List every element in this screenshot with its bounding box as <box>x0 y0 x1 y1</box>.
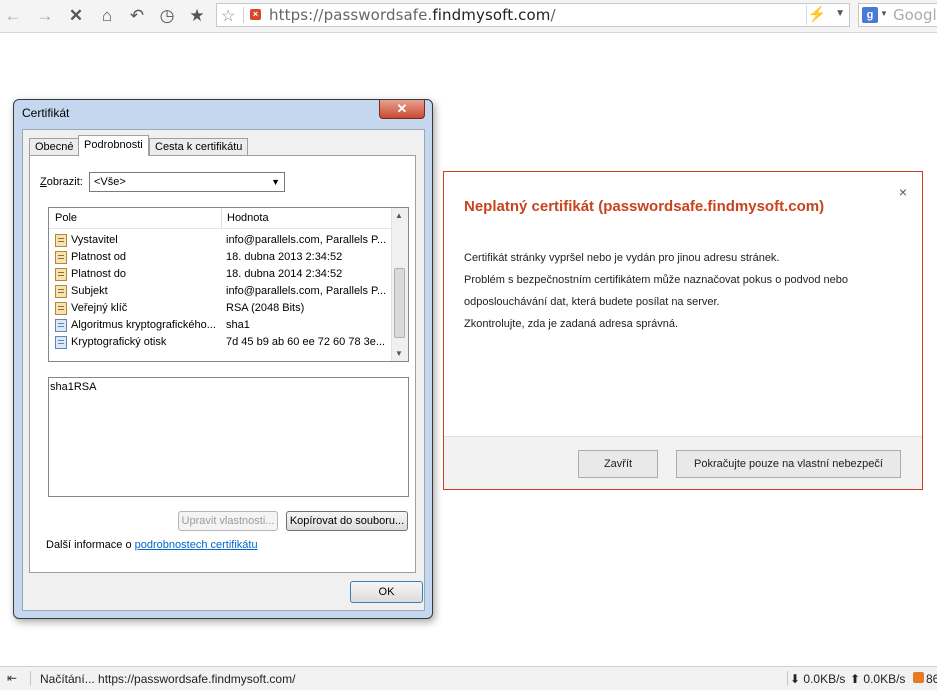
list-item[interactable]: Subjekt info@parallels.com, Parallels P.… <box>49 283 393 300</box>
message-line: Problém s bezpečnostním certifikátem můž… <box>464 274 848 286</box>
divider <box>787 671 788 686</box>
browser-toolbar: ← → ✕ ⌂ ↶ ◷ ★ ☆ × https://passwordsafe.f… <box>0 0 937 33</box>
message-line: odposlouchávání dat, která budete posíla… <box>464 296 720 308</box>
cert-field-icon <box>55 234 67 247</box>
show-select[interactable]: <Vše> ▼ <box>89 172 285 192</box>
field-value: info@parallels.com, Parallels P... <box>226 285 387 297</box>
forward-icon[interactable]: → <box>33 4 57 26</box>
upload-speed: ⬆ 0.0KB/s <box>850 672 906 686</box>
field-value: 7d 45 b9 ab 60 ee 72 60 78 3e... <box>226 336 386 348</box>
cert-ext-icon <box>55 336 67 349</box>
panel-message: Certifikát stránky vypršel nebo je vydán… <box>464 247 848 335</box>
field-detail-box[interactable]: sha1RSA <box>48 377 409 497</box>
column-header-field[interactable]: Pole <box>55 212 77 224</box>
field-value: info@parallels.com, Parallels P... <box>226 234 387 246</box>
invalid-certificate-panel: Neplatný certifikát (passwordsafe.findmy… <box>443 171 923 490</box>
message-line: Certifikát stránky vypršel nebo je vydán… <box>464 252 780 264</box>
message-line: Zkontrolujte, zda je zadaná adresa správ… <box>464 318 679 330</box>
tab-details[interactable]: Podrobnosti <box>78 135 149 156</box>
certificate-details-link[interactable]: podrobnostech certifikátu <box>135 539 258 551</box>
field-name: Veřejný klíč <box>71 302 128 314</box>
field-name: Kryptografický otisk <box>71 336 167 348</box>
field-name: Platnost do <box>71 268 127 280</box>
cert-field-icon <box>55 285 67 298</box>
scroll-up-icon[interactable]: ▲ <box>395 211 403 220</box>
fields-header: Pole Hodnota <box>49 208 393 229</box>
list-item[interactable]: Vystavitel info@parallels.com, Parallels… <box>49 232 393 249</box>
divider <box>243 7 244 23</box>
back-icon[interactable]: ← <box>1 4 25 26</box>
field-name: Algoritmus kryptografického... <box>71 319 216 331</box>
fields-scrollbar[interactable]: ▲ ▼ <box>391 208 408 361</box>
feed-icon[interactable] <box>913 672 924 683</box>
close-icon[interactable]: × <box>899 184 907 200</box>
status-text: Načítání... https://passwordsafe.findmys… <box>40 672 296 686</box>
list-item[interactable]: Platnost do 18. dubna 2014 2:34:52 <box>49 266 393 283</box>
field-value: 18. dubna 2013 2:34:52 <box>226 251 343 263</box>
edit-properties-button[interactable]: Upravit vlastnosti... <box>178 511 278 531</box>
dialog-title: Certifikát <box>22 106 70 120</box>
list-item[interactable]: Platnost od 18. dubna 2013 2:34:52 <box>49 249 393 266</box>
field-name: Subjekt <box>71 285 108 297</box>
continue-at-own-risk-button[interactable]: Pokračujte pouze na vlastní nebezpečí <box>676 450 901 478</box>
list-item[interactable]: Kryptografický otisk 7d 45 b9 ab 60 ee 7… <box>49 334 393 351</box>
divider <box>30 671 31 686</box>
url-text[interactable]: https://passwordsafe.findmysoft.com/ <box>269 6 556 24</box>
chevron-down-icon[interactable]: ▼ <box>271 173 280 191</box>
chevron-down-icon[interactable]: ▼ <box>835 8 845 19</box>
lightning-icon[interactable]: ⚡ <box>806 5 827 25</box>
google-icon[interactable]: g <box>862 7 878 23</box>
tab-certification-path[interactable]: Cesta k certifikátu <box>149 138 249 155</box>
status-bar: ⇤ Načítání... https://passwordsafe.findm… <box>0 666 937 690</box>
cert-field-icon <box>55 268 67 281</box>
fields-list[interactable]: Pole Hodnota Vystavitel info@parallels.c… <box>48 207 409 362</box>
column-header-value[interactable]: Hodnota <box>221 208 269 228</box>
scroll-thumb[interactable] <box>394 268 405 338</box>
show-label: Zobrazit: <box>40 176 83 188</box>
undo-icon[interactable]: ↶ <box>125 4 149 26</box>
field-value: RSA (2048 Bits) <box>226 302 305 314</box>
copy-to-file-button[interactable]: Kopírovat do souboru... <box>286 511 408 531</box>
history-icon[interactable]: ◷ <box>155 4 179 26</box>
ok-button[interactable]: OK <box>350 581 423 603</box>
show-select-value: <Vše> <box>94 176 126 188</box>
home-icon[interactable]: ⌂ <box>95 4 119 26</box>
add-bookmark-icon[interactable]: ☆ <box>221 6 235 26</box>
close-button[interactable]: Zavřít <box>578 450 658 478</box>
search-box[interactable]: g ▼ Google <box>858 3 937 27</box>
field-value: sha1 <box>226 319 250 331</box>
bookmark-star-icon[interactable]: ★ <box>185 4 209 26</box>
address-bar[interactable]: ☆ × https://passwordsafe.findmysoft.com/… <box>216 3 850 27</box>
download-speed: ⬇ 0.0KB/s <box>790 672 846 686</box>
status-tail: 86 <box>926 672 937 686</box>
tab-general[interactable]: Obecné <box>29 138 80 155</box>
more-info-text: Další informace o podrobnostech certifik… <box>46 539 258 551</box>
cert-ext-icon <box>55 319 67 332</box>
list-item[interactable]: Veřejný klíč RSA (2048 Bits) <box>49 300 393 317</box>
field-value: 18. dubna 2014 2:34:52 <box>226 268 343 280</box>
panel-title: Neplatný certifikát (passwordsafe.findmy… <box>464 198 825 215</box>
search-placeholder: Google <box>893 6 937 24</box>
upload-arrow-icon: ⬆ <box>850 672 861 686</box>
certificate-error-icon[interactable]: × <box>250 9 261 20</box>
details-panel: Zobrazit: <Vše> ▼ Pole Hodnota Vystavite… <box>29 155 416 573</box>
certificate-dialog: Certifikát ✕ Obecné Podrobnosti Cesta k … <box>13 99 433 619</box>
close-button[interactable]: ✕ <box>379 100 425 119</box>
download-arrow-icon: ⬇ <box>790 672 801 686</box>
cert-field-icon <box>55 302 67 315</box>
sidebar-toggle-icon[interactable]: ⇤ <box>7 671 17 685</box>
field-name: Vystavitel <box>71 234 118 246</box>
dialog-client-area: Obecné Podrobnosti Cesta k certifikátu Z… <box>22 129 425 611</box>
chevron-down-icon[interactable]: ▼ <box>880 9 888 18</box>
stop-icon[interactable]: ✕ <box>64 4 88 26</box>
scroll-down-icon[interactable]: ▼ <box>395 349 403 358</box>
panel-footer: Zavřít Pokračujte pouze na vlastní nebez… <box>444 436 922 489</box>
field-name: Platnost od <box>71 251 127 263</box>
cert-field-icon <box>55 251 67 264</box>
list-item[interactable]: Algoritmus kryptografického... sha1 <box>49 317 393 334</box>
